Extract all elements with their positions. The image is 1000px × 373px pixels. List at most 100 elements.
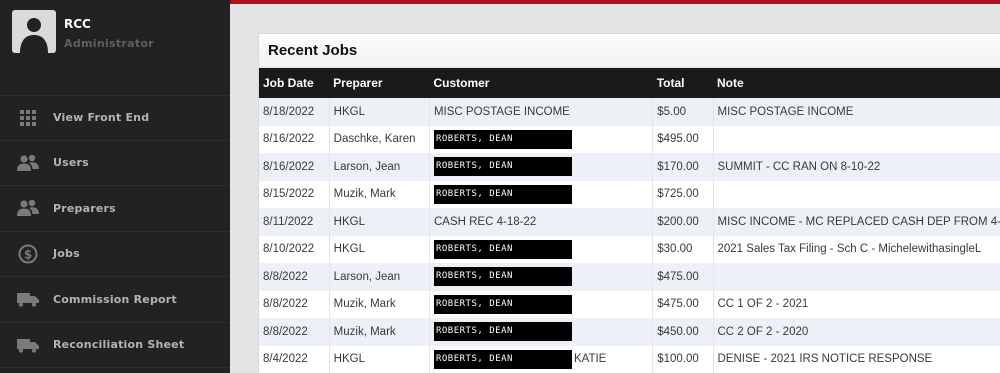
cell-note — [713, 126, 1000, 154]
sidebar-item-label: Commission Report — [53, 292, 177, 306]
sidebar-item-jobs[interactable]: $ Jobs — [0, 232, 230, 277]
table-row[interactable]: 8/8/2022 Muzik, Mark ROBERTS, DEAN $475.00 C… — [259, 290, 1000, 318]
column-header-total[interactable]: Total — [653, 68, 713, 98]
cell-customer: ROBERTS, DEAN — [429, 153, 654, 181]
cell-note: CC 1 OF 2 - 2021 — [717, 298, 809, 311]
cell-note: MISC INCOME - MC REPLACED CASH DEP FROM … — [717, 215, 1000, 228]
table-row[interactable]: 8/15/2022 Muzik, Mark ROBERTS, DEAN $725.00 — [259, 180, 1000, 209]
sidebar-item-commission-report[interactable]: Commission Report — [0, 277, 230, 323]
cell-preparer: Muzik, Mark — [329, 290, 430, 318]
cell-total: $100.00 — [652, 345, 714, 373]
users-icon — [16, 152, 40, 174]
sidebar-item-users[interactable]: Users — [0, 141, 230, 186]
cell-note: 2021 Sales Tax Filing - Sch C - Michelew… — [717, 243, 982, 256]
cell-preparer: Muzik, Mark — [329, 318, 430, 346]
cell-total: $30.00 — [652, 235, 714, 263]
cell-customer: ROBERTS, DEAN — [429, 180, 654, 208]
column-header-customer[interactable]: Customer — [429, 68, 652, 98]
cell-total: $200.00 — [652, 208, 714, 236]
redacted-customer-name: ROBERTS, DEAN — [433, 267, 572, 287]
user-name: RCC — [64, 17, 91, 31]
redacted-customer-name: ROBERTS, DEAN — [433, 349, 572, 369]
cell-job-date: 8/15/2022 — [259, 180, 330, 208]
sidebar-item-label: Preparers — [53, 201, 116, 215]
cell-total: $725.00 — [652, 180, 714, 208]
table-row[interactable]: 8/11/2022 HKGL CASH REC 4-18-22 $200.00 MISC… — [259, 208, 1000, 236]
svg-text:$: $ — [24, 247, 32, 261]
cell-customer: ROBERTS, DEAN — [429, 290, 654, 318]
table-row[interactable]: 8/8/2022 Muzik, Mark ROBERTS, DEAN $450.00 C… — [259, 318, 1000, 346]
cell-job-date: 8/8/2022 — [259, 318, 330, 346]
avatar[interactable] — [12, 10, 56, 53]
sidebar-item-label: Reconciliation Sheet — [53, 338, 185, 352]
panel-header: Recent Jobs — [259, 34, 1000, 68]
cell-note — [713, 181, 1000, 209]
cell-customer: ROBERTS, DEAN — [429, 125, 654, 153]
cell-preparer: Muzik, Mark — [329, 180, 430, 208]
cell-total: $475.00 — [652, 263, 714, 291]
cell-preparer: HKGL — [329, 208, 430, 236]
table-row[interactable]: 8/16/2022 Daschke, Karen ROBERTS, DEAN $495… — [259, 125, 1000, 154]
cell-note: MISC POSTAGE INCOME — [717, 105, 854, 118]
user-role: Administrator — [64, 37, 155, 50]
grid-icon — [16, 107, 40, 129]
sidebar: RCC Administrator View Front End Users P… — [0, 0, 230, 373]
panel-title: Recent Jobs — [268, 42, 358, 59]
truck-icon — [16, 334, 40, 356]
cell-customer: ROBERTS, DEAN — [429, 263, 654, 291]
truck-icon — [16, 288, 40, 310]
table-row[interactable]: 8/18/2022 HKGL MISC POSTAGE INCOME $5.00 MIS… — [259, 98, 1000, 126]
cell-job-date: 8/8/2022 — [259, 290, 330, 318]
cell-customer: CASH REC 4-18-22 — [429, 208, 654, 236]
cell-preparer: HKGL — [329, 345, 430, 373]
cell-job-date: 8/18/2022 — [259, 98, 330, 126]
cell-total: $5.00 — [652, 98, 714, 126]
redacted-customer-name: ROBERTS, DEAN — [433, 129, 572, 149]
sidebar-item-label: Jobs — [53, 247, 80, 261]
table-row[interactable]: 8/4/2022 HKGL ROBERTS, DEAN KATIE $100.00 DEN… — [259, 345, 1000, 373]
sidebar-nav: View Front End Users Preparers $ Jobs Co… — [0, 95, 230, 368]
cell-total: $495.00 — [652, 125, 714, 153]
cell-preparer: Larson, Jean — [329, 153, 430, 181]
table-row[interactable]: 8/16/2022 Larson, Jean ROBERTS, DEAN $170.0… — [259, 153, 1000, 181]
cell-job-date: 8/16/2022 — [259, 125, 330, 153]
cell-preparer: HKGL — [329, 235, 430, 263]
users-icon — [16, 197, 40, 219]
cell-note — [713, 263, 1000, 291]
cell-job-date: 8/4/2022 — [259, 345, 330, 373]
cell-note: DENISE - 2021 IRS NOTICE RESPONSE — [717, 353, 933, 366]
column-header-note[interactable]: Note — [713, 68, 1000, 98]
sidebar-item-view-front-end[interactable]: View Front End — [0, 95, 230, 141]
redacted-customer-name: ROBERTS, DEAN — [433, 322, 572, 342]
column-header-preparer[interactable]: Preparer — [329, 68, 429, 98]
cell-preparer: Larson, Jean — [329, 263, 430, 291]
table-row[interactable]: 8/8/2022 Larson, Jean ROBERTS, DEAN $475.00 — [259, 263, 1000, 291]
cell-total: $170.00 — [652, 153, 714, 181]
user-profile: RCC Administrator — [0, 0, 230, 80]
table-row[interactable]: 8/10/2022 HKGL ROBERTS, DEAN $30.00 2021 Sal… — [259, 235, 1000, 263]
cell-note: CC 2 OF 2 - 2020 — [717, 325, 809, 338]
sidebar-item-label: View Front End — [53, 111, 150, 125]
cell-customer: ROBERTS, DEAN — [429, 235, 654, 263]
cell-customer: ROBERTS, DEAN — [429, 318, 654, 346]
sidebar-item-label: Users — [53, 156, 89, 170]
cell-job-date: 8/8/2022 — [259, 263, 330, 291]
cell-customer: ROBERTS, DEAN KATIE — [429, 345, 654, 373]
redacted-customer-name: ROBERTS, DEAN — [433, 239, 572, 259]
sidebar-item-reconciliation-sheet[interactable]: Reconciliation Sheet — [0, 323, 230, 368]
cell-total: $450.00 — [652, 318, 714, 346]
cell-preparer: Daschke, Karen — [329, 125, 430, 153]
column-header-job-date[interactable]: Job Date — [259, 68, 329, 98]
table-header-row: Job Date Preparer Customer Total Note — [259, 68, 1000, 98]
sidebar-item-preparers[interactable]: Preparers — [0, 186, 230, 232]
redacted-customer-name: ROBERTS, DEAN — [433, 294, 572, 314]
redacted-customer-name: ROBERTS, DEAN — [433, 157, 572, 177]
cell-customer: MISC POSTAGE INCOME — [429, 98, 654, 126]
dollar-icon: $ — [16, 243, 40, 265]
recent-jobs-table: Job Date Preparer Customer Total Note 8/… — [259, 68, 1000, 373]
redacted-customer-name: ROBERTS, DEAN — [433, 184, 572, 204]
top-accent-bar — [230, 0, 1000, 4]
cell-job-date: 8/10/2022 — [259, 235, 330, 263]
cell-note: SUMMIT - CC RAN ON 8-10-22 — [717, 160, 881, 173]
cell-job-date: 8/16/2022 — [259, 153, 330, 181]
